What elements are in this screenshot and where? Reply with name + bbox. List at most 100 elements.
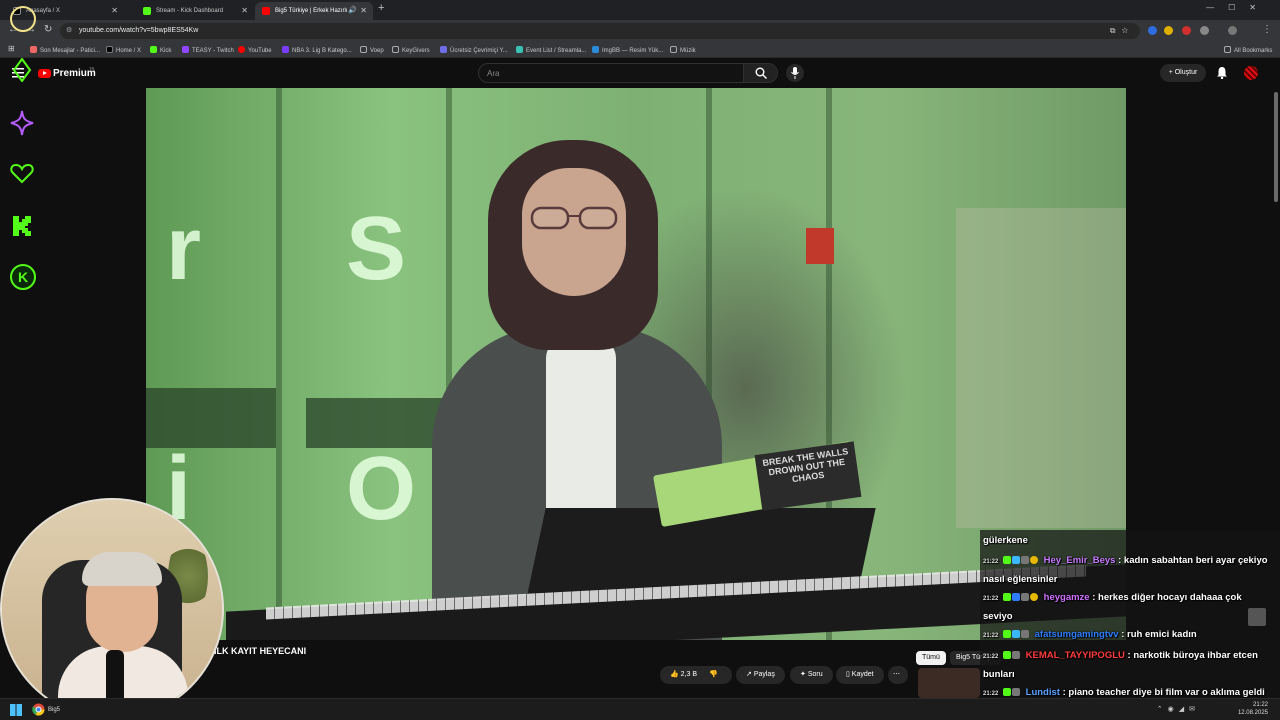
- glasses-shape: [530, 206, 618, 230]
- menu-kebab-icon[interactable]: ⋮: [1262, 24, 1272, 35]
- bookmark-label: Home / X: [116, 48, 142, 54]
- url-text: youtube.com/watch?v=5bwp8ES54Kw: [79, 27, 199, 34]
- system-tray-icons[interactable]: ⌃◉◢✉: [1157, 705, 1200, 713]
- windows-start-icon[interactable]: [10, 704, 22, 716]
- kick-badge-icon: [1003, 593, 1011, 601]
- youtube-icon: [262, 7, 270, 15]
- like-dislike-group: 👍 2,3 B 👎: [660, 666, 732, 684]
- notifications-bell-icon[interactable]: [1216, 66, 1228, 79]
- bookmark-item[interactable]: Müzik: [670, 46, 696, 54]
- chip-all[interactable]: Tümü: [916, 651, 946, 665]
- scrollbar-thumb[interactable]: [1274, 92, 1278, 202]
- bookmark-item[interactable]: Home / X: [106, 46, 141, 54]
- tab-youtube-video[interactable]: Big5 Türkiye | Erkek Hazırlı 🔊 ✕: [255, 2, 373, 20]
- bookmark-item[interactable]: Voep: [360, 46, 384, 54]
- chat-username[interactable]: heygamze: [1044, 592, 1090, 603]
- extension-icon[interactable]: [1148, 26, 1157, 35]
- voice-search-button[interactable]: [786, 64, 804, 82]
- subscriber-badge-icon: [1021, 593, 1029, 601]
- all-bookmarks[interactable]: All Bookmarks: [1224, 46, 1272, 54]
- tab-title: Stream - Kick Dashboard: [156, 8, 224, 14]
- bookmark-item[interactable]: Kick: [150, 46, 171, 54]
- taskbar-app-label[interactable]: Big5: [48, 703, 60, 717]
- video-player[interactable]: S r i O BREAK THE WALLS DROWN OUT THE CH…: [146, 88, 1126, 640]
- create-button[interactable]: + Oluştur: [1160, 64, 1206, 82]
- bookmark-item[interactable]: NBA 3. Lig B Katego...: [282, 46, 352, 54]
- bookmark-favicon: [150, 46, 157, 53]
- chat-text: : ruh emici kadın: [1121, 629, 1197, 640]
- bookmark-label: KeyGivers: [402, 48, 430, 54]
- bookmark-item[interactable]: YouTube: [238, 46, 272, 54]
- webcam-overlay: [0, 498, 224, 720]
- close-tab-icon[interactable]: ✕: [360, 2, 367, 20]
- bookmark-favicon: [106, 46, 113, 53]
- folder-icon: [670, 46, 677, 53]
- bookmarks-bar: ⊞ Son Mesajlar - Patici... Home / X Kick…: [0, 42, 1280, 58]
- bookmark-favicon: [516, 46, 523, 53]
- address-bar[interactable]: ⚙ youtube.com/watch?v=5bwp8ES54Kw ⧉☆: [60, 23, 1140, 39]
- tab-kick-dashboard[interactable]: Stream - Kick Dashboard ✕: [136, 2, 254, 20]
- chat-message: 21:22 afatsumgamingtvv : ruh emici kadın: [983, 626, 1273, 645]
- close-tab-icon[interactable]: ✕: [241, 2, 248, 20]
- search-icon: [755, 67, 767, 79]
- gem-badge-icon: [1012, 556, 1020, 564]
- thumbs-down-icon[interactable]: 👎: [709, 671, 718, 678]
- extensions-puzzle-icon[interactable]: [1200, 26, 1209, 35]
- thumbs-up-icon[interactable]: 👍: [670, 671, 679, 678]
- person-face: [522, 168, 626, 296]
- bookmark-favicon: [282, 46, 289, 53]
- chat-message: 21:22 Hey_Emir_Beys : kadın sabahtan ber…: [983, 552, 1273, 588]
- coin-badge-icon: [1030, 593, 1038, 601]
- bookmark-label: Müzik: [680, 48, 696, 54]
- apps-grid-icon[interactable]: ⊞: [8, 44, 15, 53]
- chat-username[interactable]: Lundist: [1026, 687, 1060, 698]
- extension-icon[interactable]: [1182, 26, 1191, 35]
- tab-title: Big5 Türkiye | Erkek Hazırlı: [275, 8, 348, 14]
- system-clock[interactable]: 21:22 12.08.2025: [1238, 701, 1268, 717]
- bookmark-item[interactable]: Ücretsiz Çevrimiçi Y...: [440, 46, 508, 54]
- chrome-icon[interactable]: [32, 703, 45, 716]
- close-tab-icon[interactable]: ✕: [111, 2, 118, 20]
- chat-text: : piano teacher diye bi film var o aklım…: [1062, 687, 1265, 698]
- fire-alarm-box: [806, 228, 834, 264]
- ask-button[interactable]: ✦ Soru: [790, 666, 833, 684]
- window-controls[interactable]: —☐✕: [1206, 3, 1270, 12]
- svg-text:K: K: [18, 269, 28, 285]
- star-sparkle-icon: [10, 110, 34, 136]
- search-button[interactable]: [743, 64, 777, 82]
- new-tab-button[interactable]: +: [378, 2, 384, 14]
- bookmark-favicon: [440, 46, 447, 53]
- chat-username[interactable]: afatsumgamingtvv: [1035, 629, 1119, 640]
- chat-message: 21:22 KEMAL_TAYYIPOGLU : narkotik büroya…: [983, 647, 1273, 683]
- bookmark-item[interactable]: KeyGivers: [392, 46, 430, 54]
- chat-username[interactable]: Hey_Emir_Beys: [1044, 555, 1116, 566]
- speaker-icon[interactable]: 🔊: [348, 2, 357, 20]
- search-input[interactable]: [479, 64, 744, 82]
- share-button[interactable]: ↗ Paylaş: [736, 666, 785, 684]
- chat-message: gülerkene: [983, 532, 1273, 549]
- more-actions-button[interactable]: ⋯: [888, 666, 908, 684]
- wall-panel: [276, 88, 282, 640]
- bookmark-item[interactable]: ImgBB — Resim Yük...: [592, 46, 663, 54]
- reload-icon[interactable]: ↻: [44, 24, 52, 35]
- chat-scroll-button[interactable]: [1248, 608, 1266, 626]
- bookmark-item[interactable]: Event List / Streamla...: [516, 46, 586, 54]
- bookmark-item[interactable]: Son Mesajlar - Patici...: [30, 46, 100, 54]
- subscriber-badge-icon: [1012, 688, 1020, 696]
- bookmark-star-icon[interactable]: ⧉☆: [1110, 23, 1134, 39]
- site-info-icon[interactable]: ⚙: [66, 23, 72, 39]
- clock-time: 21:22: [1252, 702, 1268, 708]
- account-avatar[interactable]: [1244, 66, 1258, 80]
- profile-avatar[interactable]: [1228, 26, 1237, 35]
- wall-letter: O: [346, 439, 417, 539]
- overlay-ring-icon: [10, 6, 36, 32]
- extension-icon[interactable]: [1164, 26, 1173, 35]
- bookmark-item[interactable]: TEASY - Twitch: [182, 46, 234, 54]
- like-count[interactable]: 2,3 B: [681, 671, 697, 678]
- recommended-video-thumbnail[interactable]: [918, 668, 980, 698]
- wall-letter: r: [166, 199, 202, 299]
- share-label: Paylaş: [753, 671, 775, 678]
- save-button[interactable]: ▯ Kaydet: [836, 666, 884, 684]
- heart-icon: [10, 163, 34, 184]
- chat-username[interactable]: KEMAL_TAYYIPOGLU: [1026, 650, 1125, 661]
